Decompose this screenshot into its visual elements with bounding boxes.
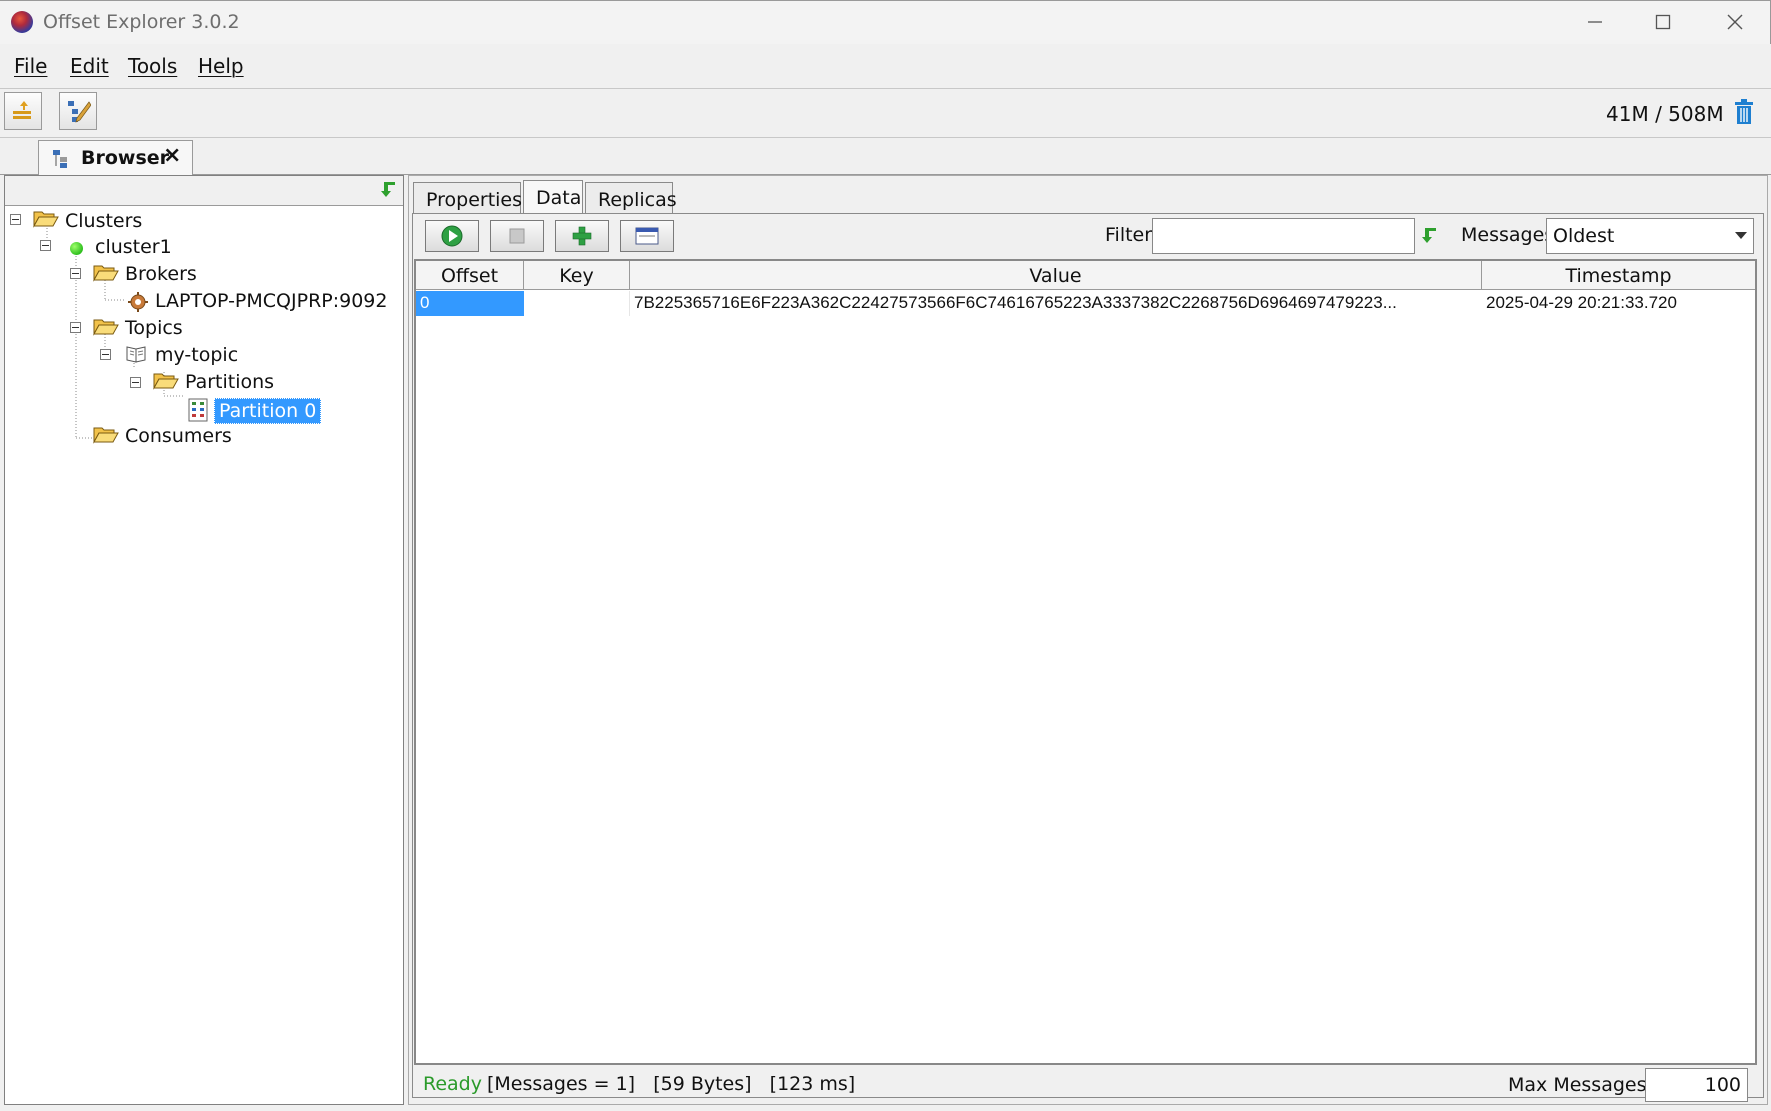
expand-toggle-cluster1[interactable]	[40, 240, 51, 251]
add-message-button[interactable]	[555, 220, 609, 252]
status-info: [Messages = 1] [59 Bytes] [123 ms]	[487, 1073, 856, 1095]
menu-help[interactable]: Help	[198, 54, 244, 78]
window-title: Offset Explorer 3.0.2	[43, 11, 240, 33]
menu-file[interactable]: File	[14, 54, 47, 78]
main-tab-strip	[0, 138, 1771, 175]
run-button[interactable]	[425, 220, 479, 252]
max-messages-input[interactable]: 100	[1645, 1068, 1748, 1102]
expand-toggle-topics[interactable]	[70, 322, 81, 333]
cell-offset[interactable]: 0	[416, 291, 524, 316]
add-connection-icon	[13, 101, 31, 119]
tab-browser[interactable]: Browser ×	[38, 140, 193, 175]
minimize-button[interactable]	[1560, 0, 1630, 44]
tab-browser-label: Browser	[81, 147, 170, 169]
folder-open-icon	[33, 211, 59, 228]
title-bar	[0, 0, 1771, 44]
tree-panel-header	[5, 176, 403, 206]
tree-topic-item[interactable]: my-topic	[155, 344, 238, 366]
filter-label: Filter	[1105, 224, 1153, 246]
column-header-offset[interactable]: Offset	[416, 261, 524, 290]
tree-broker-item[interactable]: LAPTOP-PMCQJPRP:9092	[155, 290, 387, 312]
memory-usage: 41M / 508M	[1606, 102, 1724, 126]
folder-open-icon	[153, 373, 179, 390]
refresh-tree-icon[interactable]	[380, 180, 398, 200]
close-window-button[interactable]	[1700, 0, 1770, 44]
messages-order-select[interactable]: Oldest	[1546, 218, 1754, 254]
window-view-icon	[635, 227, 659, 245]
add-connection-button[interactable]	[4, 92, 42, 130]
trash-icon	[1735, 99, 1753, 124]
menu-tools[interactable]: Tools	[128, 54, 177, 78]
tree-brokers[interactable]: Brokers	[125, 263, 197, 285]
menu-bar	[0, 44, 1771, 88]
tab-replicas[interactable]: Replicas	[585, 182, 677, 214]
chevron-down-icon	[1735, 232, 1747, 239]
tab-close-icon[interactable]: ×	[163, 143, 181, 168]
plus-icon	[572, 226, 592, 246]
edit-tree-button[interactable]	[59, 92, 97, 130]
tree-consumers[interactable]: Consumers	[125, 425, 232, 447]
column-header-value[interactable]: Value	[630, 261, 1482, 290]
topic-book-icon	[126, 346, 146, 363]
maximize-icon	[1655, 14, 1671, 30]
tree-cluster1[interactable]: cluster1	[95, 236, 172, 258]
column-header-timestamp[interactable]: Timestamp	[1482, 261, 1755, 290]
garbage-collect-button[interactable]	[1733, 99, 1755, 125]
expand-toggle-partitions[interactable]	[130, 377, 141, 388]
toolbar	[0, 88, 1771, 138]
stop-button[interactable]	[490, 220, 544, 252]
folder-open-icon	[93, 319, 119, 336]
tree-clusters[interactable]: Clusters	[65, 210, 142, 232]
messages-label: Messages	[1461, 224, 1555, 246]
filter-input[interactable]	[1152, 218, 1415, 254]
expand-toggle-brokers[interactable]	[70, 268, 81, 279]
app-logo-icon	[11, 11, 33, 33]
apply-filter-icon[interactable]	[1421, 226, 1439, 246]
tab-properties[interactable]: Properties	[413, 182, 522, 214]
messages-selected-value: Oldest	[1553, 225, 1615, 247]
max-messages-label: Max Messages	[1508, 1074, 1647, 1096]
play-icon	[441, 225, 463, 247]
status-ready: Ready	[423, 1073, 482, 1095]
tab-data[interactable]: Data	[523, 180, 583, 214]
column-header-key[interactable]: Key	[524, 261, 630, 290]
cell-key[interactable]	[524, 291, 630, 316]
maximize-button[interactable]	[1628, 0, 1698, 44]
folder-open-icon	[93, 427, 119, 444]
menu-edit[interactable]: Edit	[70, 54, 109, 78]
partition-icon	[188, 398, 208, 422]
tree-topics[interactable]: Topics	[125, 317, 183, 339]
cell-value[interactable]: 7B225365716E6F223A362C22427573566F6C7461…	[630, 291, 1482, 316]
tree-partitions[interactable]: Partitions	[185, 371, 274, 393]
broker-gear-icon	[128, 292, 148, 312]
view-message-button[interactable]	[620, 220, 674, 252]
close-icon	[1727, 14, 1743, 30]
messages-table	[414, 259, 1757, 1065]
folder-open-icon	[93, 265, 119, 282]
cluster-connected-icon	[70, 242, 83, 255]
expand-toggle-clusters[interactable]	[10, 214, 21, 225]
tree-partition-item-selected[interactable]: Partition 0	[214, 398, 322, 424]
minimize-icon	[1588, 21, 1602, 23]
stop-icon	[509, 228, 525, 244]
browser-tree-icon	[53, 150, 67, 168]
edit-tree-icon	[68, 101, 91, 123]
cell-timestamp[interactable]: 2025-04-29 20:21:33.720	[1482, 291, 1755, 316]
expand-toggle-topic[interactable]	[100, 349, 111, 360]
